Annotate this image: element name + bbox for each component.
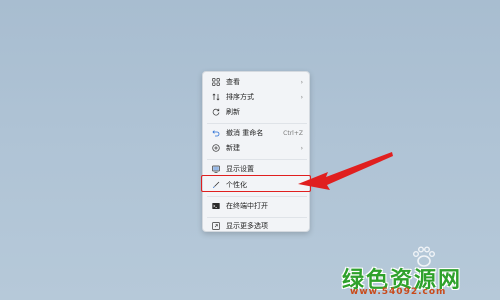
watermark-url: www.54092.com [350,287,447,297]
watermark: 绿色资源网 www.54092.com [342,262,492,298]
